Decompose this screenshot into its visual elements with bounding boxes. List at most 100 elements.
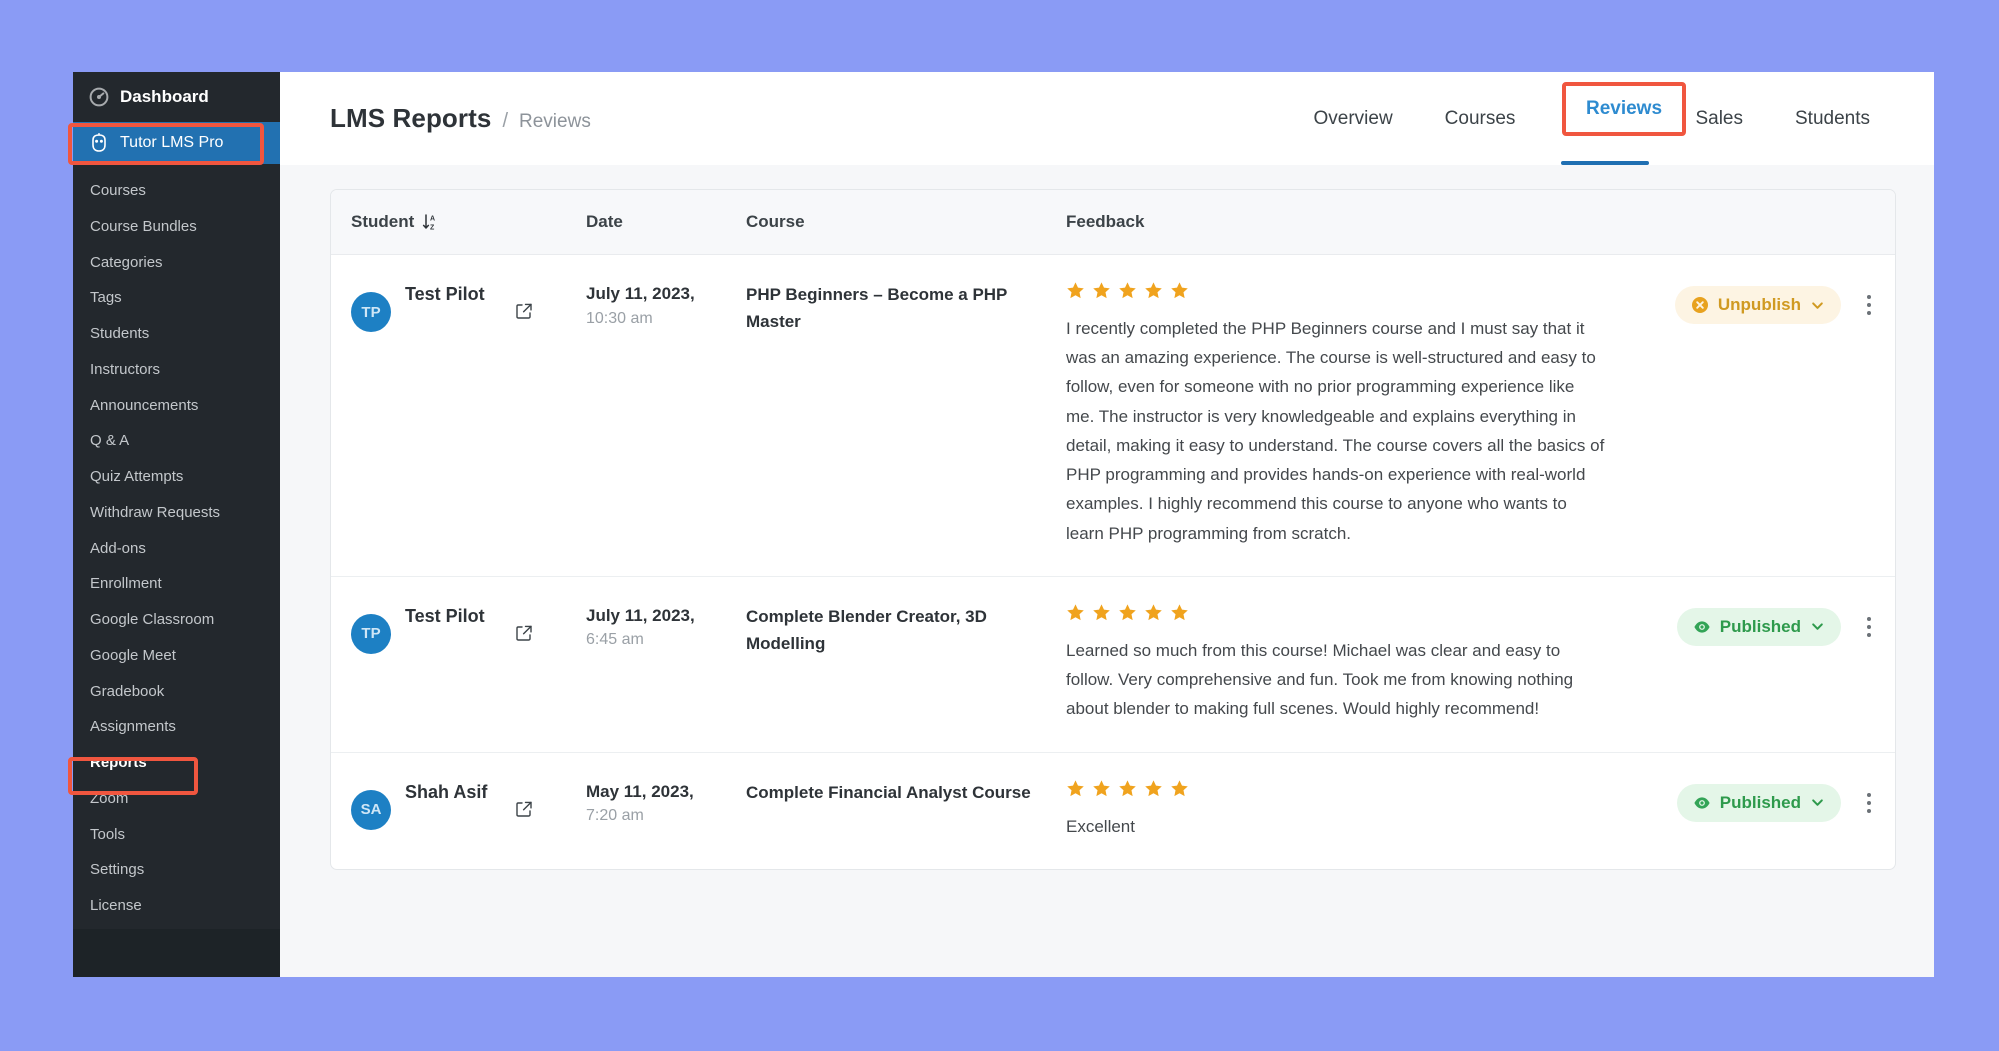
sidebar-item-withdraw-requests[interactable]: Withdraw Requests — [73, 495, 280, 531]
review-time: 10:30 am — [586, 309, 653, 327]
sidebar-item-label: Courses — [90, 182, 146, 199]
sidebar-item-label: Google Classroom — [90, 611, 215, 628]
status-badge[interactable]: Published — [1676, 607, 1841, 646]
tab-reviews[interactable]: Reviews — [1541, 72, 1669, 165]
tab-overview[interactable]: Overview — [1287, 72, 1418, 165]
sidebar-item-reports[interactable]: Reports — [73, 745, 280, 781]
status-badge-label: Published — [1719, 616, 1801, 636]
column-header-feedback-label: Feedback — [1066, 212, 1145, 231]
chevron-down-icon[interactable] — [1810, 619, 1825, 634]
course-title[interactable]: PHP Beginners – Become a PHP Master — [746, 281, 1066, 335]
sidebar-item-label: Enrollment — [90, 575, 162, 593]
column-header-course[interactable]: Course — [746, 190, 1066, 255]
star-icon — [1170, 779, 1189, 798]
status-badge[interactable]: Unpublish — [1674, 286, 1841, 324]
sidebar-item-label: License — [90, 897, 142, 914]
table-row: TP Test Pilot July 11, 2023, 10:30 am PHP Be… — [331, 254, 1895, 577]
kebab-menu-icon[interactable] — [1863, 787, 1875, 819]
sidebar-item-label: Zoom — [90, 789, 129, 807]
avatar: TP — [351, 613, 391, 654]
cell-student: TP Test Pilot — [331, 576, 586, 753]
main-content: LMS Reports / Reviews Overview Courses Rev… — [280, 72, 1934, 977]
cell-status: Published — [1605, 576, 1895, 753]
sidebar-item-label: Reports — [90, 754, 147, 771]
chevron-down-icon[interactable] — [1810, 795, 1825, 810]
sort-az-descending-icon[interactable]: A Z — [422, 213, 437, 232]
sidebar-item-google-classroom[interactable]: Google Classroom — [73, 602, 280, 638]
feedback-text: Excellent — [1066, 816, 1135, 836]
column-header-status — [1605, 190, 1895, 255]
chevron-down-icon[interactable] — [1810, 298, 1825, 313]
table-body: TP Test Pilot July 11, 2023, 10:30 am PHP Be… — [331, 254, 1895, 869]
external-link-icon[interactable] — [515, 302, 533, 320]
tab-sales[interactable]: Sales — [1669, 72, 1769, 165]
avatar: SA — [351, 789, 391, 830]
tutor-owl-icon — [89, 132, 109, 153]
tab-label: Overview — [1313, 107, 1393, 129]
cell-feedback: Excellent — [1066, 752, 1605, 869]
column-header-feedback[interactable]: Feedback — [1066, 190, 1605, 255]
breadcrumb-separator: / — [502, 110, 509, 132]
tab-students[interactable]: Students — [1769, 72, 1896, 165]
cell-feedback: Learned so much from this course! Michae… — [1066, 576, 1605, 753]
sidebar-item-categories[interactable]: Categories — [73, 245, 280, 281]
content-area: Student A Z Date Course Feedback TP Test… — [280, 165, 1934, 870]
kebab-menu-icon[interactable] — [1863, 289, 1875, 321]
sidebar-item-label: Tags — [90, 289, 122, 307]
reviews-table: Student A Z Date Course Feedback TP Test… — [331, 190, 1895, 869]
sidebar-item-label: Students — [90, 325, 150, 342]
sidebar-item-label: Tools — [90, 825, 126, 843]
table-header-row: Student A Z Date Course Feedback — [331, 190, 1895, 255]
sidebar-item-announcements[interactable]: Announcements — [73, 388, 280, 424]
star-icon — [1092, 281, 1111, 300]
sidebar-item-license[interactable]: License — [73, 888, 280, 924]
sidebar-dashboard-label: Dashboard — [120, 87, 209, 106]
sidebar-item-courses[interactable]: Courses — [73, 173, 280, 209]
sidebar-item-gradebook[interactable]: Gradebook — [73, 674, 280, 710]
star-icon — [1066, 603, 1085, 622]
tab-label: Courses — [1444, 107, 1516, 129]
kebab-menu-icon[interactable] — [1863, 611, 1875, 643]
sidebar-item-quiz-attempts[interactable]: Quiz Attempts — [73, 459, 280, 495]
breadcrumb-current: Reviews — [519, 111, 591, 132]
sidebar-item-tutor-lms-pro[interactable]: Tutor LMS Pro — [73, 122, 289, 164]
rating-stars — [1066, 603, 1605, 622]
sidebar-item-label: Announcements — [90, 396, 199, 414]
sidebar-item-instructors[interactable]: Instructors — [73, 352, 280, 388]
sidebar-item-label: Settings — [90, 861, 145, 879]
external-link-icon[interactable] — [515, 800, 533, 818]
star-icon — [1144, 281, 1163, 300]
course-title[interactable]: Complete Blender Creator, 3D Modelling — [746, 603, 1066, 657]
tab-label: Reviews — [1567, 107, 1644, 129]
external-link-icon[interactable] — [515, 624, 533, 642]
status-badge-label: Unpublish — [1717, 295, 1801, 314]
sidebar-item-label: Categories — [90, 253, 163, 271]
status-badge[interactable]: Published — [1676, 783, 1841, 822]
column-header-course-label: Course — [746, 212, 805, 231]
sidebar-item-students[interactable]: Students — [73, 316, 280, 352]
report-tabs: Overview Courses Reviews Sales Students — [1287, 72, 1896, 165]
column-header-student[interactable]: Student A Z — [331, 190, 586, 255]
sidebar-item-q-a[interactable]: Q & A — [73, 423, 280, 459]
table-row: TP Test Pilot July 11, 2023, 6:45 am Complet… — [331, 576, 1895, 753]
sidebar-item-dashboard[interactable]: Dashboard — [73, 72, 280, 122]
column-header-date[interactable]: Date — [586, 190, 746, 255]
sidebar-item-zoom[interactable]: Zoom — [73, 781, 280, 817]
sidebar-item-google-meet[interactable]: Google Meet — [73, 638, 280, 674]
sidebar-item-add-ons[interactable]: Add-ons — [73, 531, 280, 567]
star-icon — [1144, 603, 1163, 622]
status-badge-label: Published — [1719, 792, 1801, 812]
reviews-card: Student A Z Date Course Feedback TP Test… — [330, 189, 1896, 870]
sidebar-item-tags[interactable]: Tags — [73, 280, 280, 316]
cell-date: July 11, 2023, 6:45 am — [586, 576, 746, 753]
star-icon — [1066, 779, 1085, 798]
sidebar-item-course-bundles[interactable]: Course Bundles — [73, 209, 280, 245]
course-title[interactable]: Complete Financial Analyst Course — [746, 779, 1066, 806]
sidebar-item-label: Withdraw Requests — [90, 503, 221, 521]
sidebar-item-tools[interactable]: Tools — [73, 817, 280, 853]
sidebar-item-settings[interactable]: Settings — [73, 852, 280, 888]
cell-student: SA Shah Asif — [331, 752, 586, 869]
sidebar-item-assignments[interactable]: Assignments — [73, 709, 280, 745]
tab-courses[interactable]: Courses — [1419, 72, 1542, 165]
sidebar-item-enrollment[interactable]: Enrollment — [73, 566, 280, 602]
